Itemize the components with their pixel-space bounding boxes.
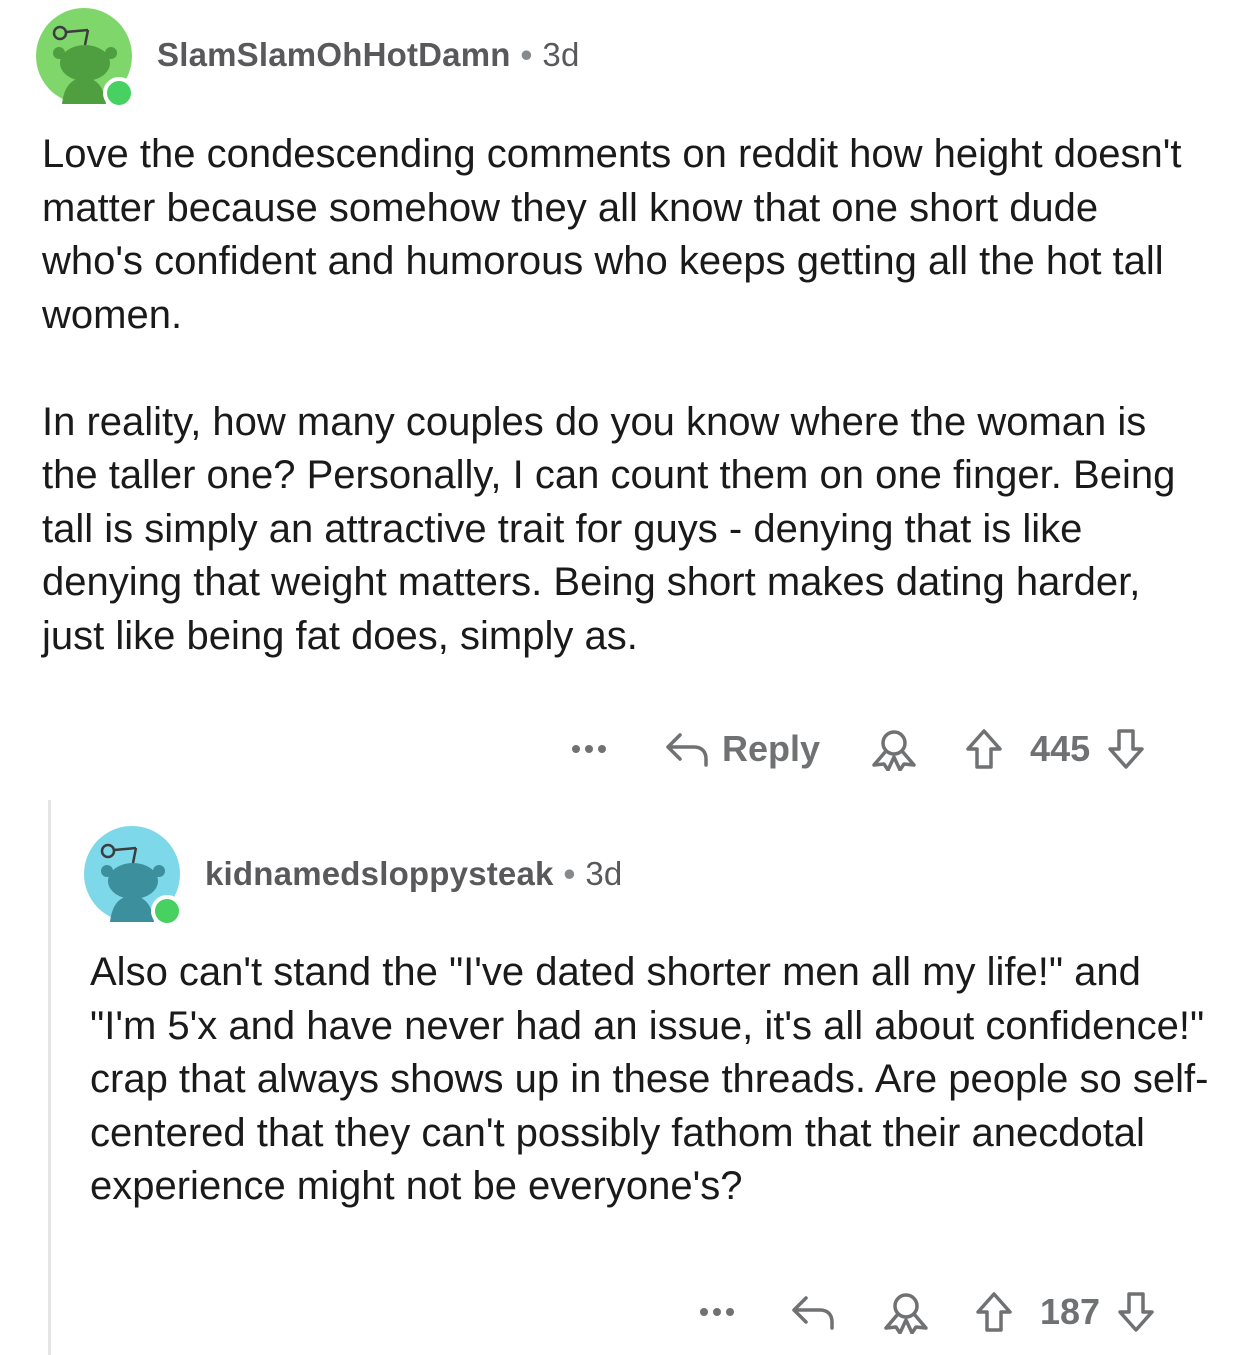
comment-paragraph: Love the condescending comments on reddi… (42, 132, 1182, 337)
vote-score: 187 (1040, 1291, 1101, 1332)
reply-arrow-icon (792, 1296, 834, 1330)
upvote-arrow-icon[interactable] (974, 1290, 1014, 1334)
reply-button[interactable] (790, 1292, 836, 1332)
comment-header: kidnamedsloppysteak • 3d (205, 855, 622, 893)
online-status-dot (151, 895, 183, 927)
comment-body: Love the condescending comments on reddi… (42, 128, 1207, 663)
more-options-icon[interactable] (698, 1306, 748, 1318)
separator-dot: • (520, 36, 533, 73)
comment-age: 3d (542, 36, 580, 73)
award-icon (884, 1293, 928, 1334)
award-button[interactable] (880, 1290, 932, 1334)
reply-button[interactable]: Reply (664, 728, 820, 770)
reply-label: Reply (722, 728, 821, 769)
username-link[interactable]: SlamSlamOhHotDamn (157, 36, 511, 73)
vote-score: 445 (1030, 728, 1091, 769)
comment-age: 3d (585, 855, 623, 892)
award-button[interactable] (868, 727, 920, 771)
online-status-dot (103, 77, 135, 109)
comment-body: Also can't stand the "I've dated shorter… (90, 946, 1210, 1214)
vote-controls: 445 (964, 727, 1146, 771)
vote-controls: 187 (974, 1290, 1156, 1334)
separator-dot: • (563, 855, 576, 892)
downvote-arrow-icon[interactable] (1116, 1290, 1156, 1334)
comment-actions: 187 (698, 1282, 1203, 1342)
comment-header: SlamSlamOhHotDamn • 3d (157, 36, 580, 74)
award-icon (872, 730, 916, 771)
comment-paragraph: In reality, how many couples do you know… (42, 399, 1176, 658)
thread-line[interactable] (48, 800, 51, 1355)
downvote-arrow-icon[interactable] (1106, 727, 1146, 771)
upvote-arrow-icon[interactable] (964, 727, 1004, 771)
more-options-icon[interactable] (570, 743, 620, 755)
username-link[interactable]: kidnamedsloppysteak (205, 855, 554, 892)
comment-paragraph: Also can't stand the "I've dated shorter… (90, 950, 1209, 1208)
comment-actions: Reply 445 (570, 719, 1200, 779)
reply-arrow-icon (666, 733, 708, 767)
